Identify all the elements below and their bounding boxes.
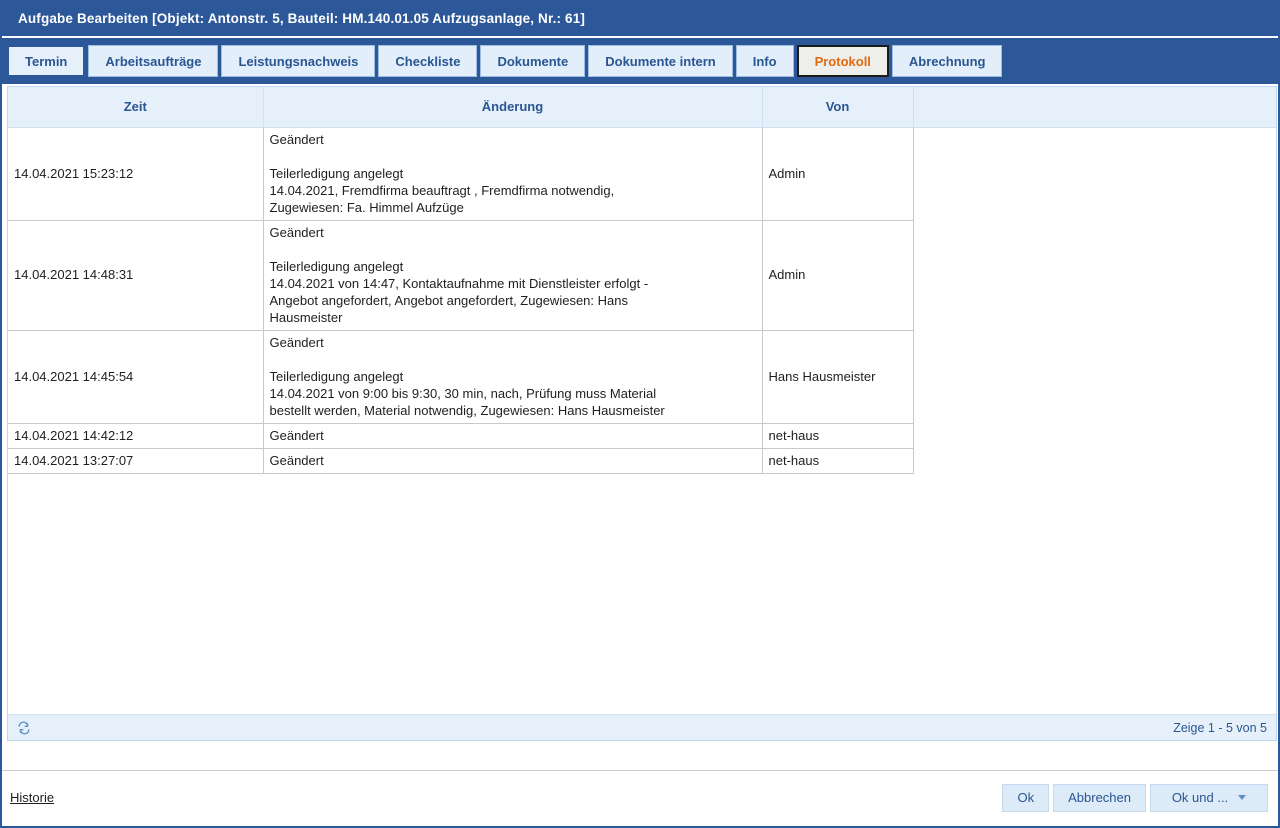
grid-pager-bar: Zeige 1 - 5 von 5 xyxy=(8,714,1276,740)
cell-aenderung: Geändert Teilerledigung angelegt 14.04.2… xyxy=(263,330,763,424)
aenderung-gap xyxy=(270,148,756,165)
table-header-row: Zeit Änderung Von xyxy=(8,87,1276,128)
aenderung-line: Hausmeister xyxy=(269,309,343,325)
protocol-table: Zeit Änderung Von 14.04.2021 15:23:12 Ge… xyxy=(8,87,1276,474)
dialog-window: Aufgabe Bearbeiten [Objekt: Antonstr. 5,… xyxy=(0,0,1280,828)
grid-empty-area xyxy=(8,473,1276,714)
chevron-down-icon xyxy=(1238,795,1247,800)
aenderung-head: Geändert xyxy=(269,224,324,240)
aenderung-gap xyxy=(270,241,756,258)
aenderung-line: Teilerledigung angelegt xyxy=(269,368,404,384)
column-header-von[interactable]: Von xyxy=(762,87,914,128)
cell-von: Hans Hausmeister xyxy=(762,330,914,424)
table-row[interactable]: 14.04.2021 14:45:54 Geändert Teilerledig… xyxy=(8,330,1276,424)
aenderung-gap xyxy=(270,351,756,368)
cell-aenderung: Geändert Teilerledigung angelegt 14.04.2… xyxy=(263,220,763,331)
tab-dokumente-intern[interactable]: Dokumente intern xyxy=(588,45,733,77)
dialog-button-bar: Historie Ok Abbrechen Ok und ... xyxy=(2,770,1278,824)
tab-dokumente[interactable]: Dokumente xyxy=(480,45,586,77)
table-row[interactable]: 14.04.2021 14:48:31 Geändert Teilerledig… xyxy=(8,220,1276,331)
ok-and-label: Ok und ... xyxy=(1171,790,1229,805)
cell-blank xyxy=(913,448,1276,473)
tab-info[interactable]: Info xyxy=(735,45,794,77)
cell-aenderung: Geändert xyxy=(263,448,763,474)
tab-leistungsnachweis[interactable]: Leistungsnachweis xyxy=(221,45,376,77)
pager-status-text: Zeige 1 - 5 von 5 xyxy=(1173,720,1267,735)
table-row[interactable]: 14.04.2021 13:27:07 Geändert net-haus xyxy=(8,448,1276,474)
aenderung-head: Geändert xyxy=(269,334,324,350)
refresh-icon[interactable] xyxy=(16,720,32,736)
tab-abrechnung[interactable]: Abrechnung xyxy=(891,45,1003,77)
ok-button[interactable]: Ok xyxy=(1002,783,1050,812)
tab-checkliste[interactable]: Checkliste xyxy=(378,45,478,77)
window-title: Aufgabe Bearbeiten [Objekt: Antonstr. 5,… xyxy=(18,10,586,26)
cell-zeit: 14.04.2021 13:27:07 xyxy=(8,448,264,474)
tab-termin[interactable]: Termin xyxy=(7,45,86,77)
aenderung-line: bestellt werden, Material notwendig, Zug… xyxy=(269,402,665,418)
cell-zeit: 14.04.2021 15:23:12 xyxy=(8,127,264,221)
aenderung-line: 14.04.2021 von 9:00 bis 9:30, 30 min, na… xyxy=(269,385,657,401)
cell-blank xyxy=(913,330,1276,423)
aenderung-line: Teilerledigung angelegt xyxy=(269,165,404,181)
aenderung-line: 14.04.2021 von 14:47, Kontaktaufnahme mi… xyxy=(269,275,649,291)
tab-bar: Termin Arbeitsaufträge Leistungsnachweis… xyxy=(2,38,1278,84)
window-titlebar: Aufgabe Bearbeiten [Objekt: Antonstr. 5,… xyxy=(2,0,1278,38)
aenderung-line: Angebot angefordert, Angebot angefordert… xyxy=(269,292,628,308)
cell-zeit: 14.04.2021 14:48:31 xyxy=(8,220,264,331)
cell-von: net-haus xyxy=(762,448,914,474)
aenderung-head: Geändert xyxy=(269,131,324,147)
tab-arbeitsauftraege[interactable]: Arbeitsaufträge xyxy=(88,45,219,77)
ok-and-dropdown-button[interactable]: Ok und ... xyxy=(1150,783,1268,812)
cell-von: Admin xyxy=(762,220,914,331)
aenderung-line: 14.04.2021, Fremdfirma beauftragt , Frem… xyxy=(269,182,615,198)
table-row[interactable]: 14.04.2021 14:42:12 Geändert net-haus xyxy=(8,423,1276,449)
cell-aenderung: Geändert xyxy=(263,423,763,449)
cell-blank xyxy=(913,220,1276,330)
column-header-aenderung[interactable]: Änderung xyxy=(263,87,763,128)
cell-zeit: 14.04.2021 14:42:12 xyxy=(8,423,264,449)
cell-blank xyxy=(913,127,1276,220)
aenderung-line: Teilerledigung angelegt xyxy=(269,258,404,274)
cell-blank xyxy=(913,423,1276,448)
tab-protokoll[interactable]: Protokoll xyxy=(796,45,889,77)
table-row[interactable]: 14.04.2021 15:23:12 Geändert Teilerledig… xyxy=(8,127,1276,221)
cell-von: Admin xyxy=(762,127,914,221)
cell-aenderung: Geändert Teilerledigung angelegt 14.04.2… xyxy=(263,127,763,221)
column-header-zeit[interactable]: Zeit xyxy=(8,87,264,128)
column-header-blank xyxy=(913,87,1276,128)
history-link[interactable]: Historie xyxy=(10,790,54,805)
cancel-button[interactable]: Abbrechen xyxy=(1053,783,1146,812)
cell-zeit: 14.04.2021 14:45:54 xyxy=(8,330,264,424)
aenderung-line: Zugewiesen: Fa. Himmel Aufzüge xyxy=(269,199,464,215)
protocol-grid-panel: Zeit Änderung Von 14.04.2021 15:23:12 Ge… xyxy=(7,86,1277,741)
cell-von: net-haus xyxy=(762,423,914,449)
